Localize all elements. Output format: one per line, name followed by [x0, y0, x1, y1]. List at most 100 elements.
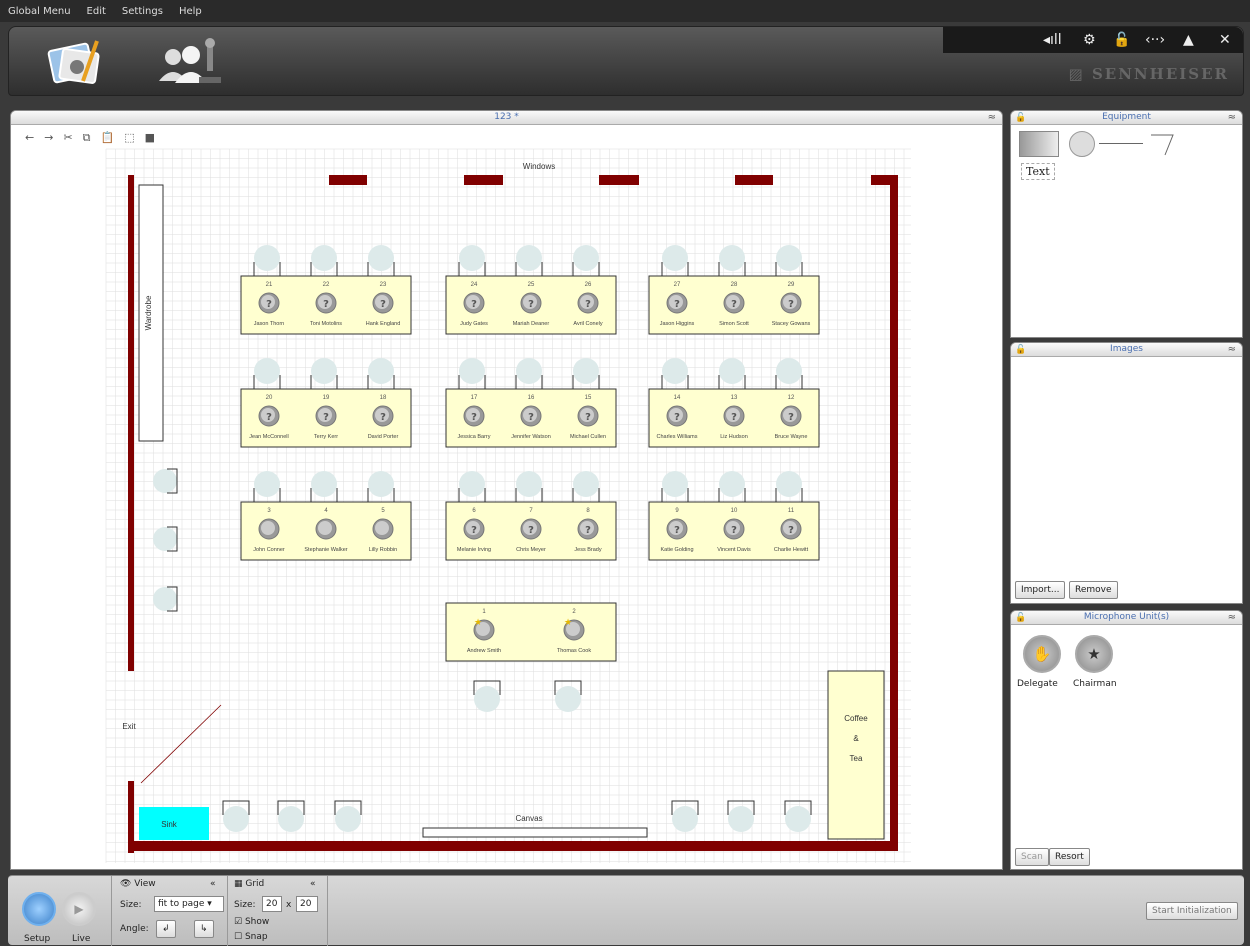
cut-icon[interactable]: ✂ — [63, 131, 72, 145]
eject-icon[interactable]: ▲ — [1183, 32, 1194, 48]
show-checkbox[interactable]: ☑ Show — [234, 917, 269, 927]
microphone-unit[interactable]: ? — [666, 292, 688, 314]
lock-icon[interactable]: 🔓 — [1113, 32, 1130, 48]
rectangle-tool[interactable] — [1019, 131, 1059, 157]
paste-icon[interactable]: 📋 — [101, 131, 115, 145]
microphone-unit[interactable]: ? — [780, 405, 802, 427]
grid-width-input[interactable]: 20 — [262, 896, 282, 912]
line-tool[interactable] — [1099, 143, 1143, 144]
network-icon[interactable]: ‹··› — [1145, 32, 1165, 48]
chair-seat — [719, 471, 745, 497]
scan-button[interactable]: Scan — [1015, 848, 1049, 866]
microphone-unit[interactable]: ? — [577, 405, 599, 427]
copy-icon[interactable]: ⧉ — [83, 131, 91, 145]
chair-seat — [335, 806, 361, 832]
microphone-unit[interactable]: ? — [577, 292, 599, 314]
delegate-name: Charles Williams — [657, 434, 698, 440]
microphone-unit[interactable]: ? — [520, 518, 542, 540]
live-button[interactable]: ▶ — [62, 892, 96, 926]
collapse-icon[interactable]: ≈ — [1228, 343, 1236, 356]
text-tool[interactable]: Text — [1021, 163, 1055, 180]
bring-front-icon[interactable]: ■ — [145, 131, 155, 145]
coffee-label: Tea — [850, 754, 863, 763]
microphone-unit[interactable]: ? — [520, 405, 542, 427]
volume-icon[interactable]: ◂ıll — [1043, 32, 1062, 48]
microphone-unit[interactable]: ? — [723, 405, 745, 427]
seat-number: 16 — [528, 395, 535, 401]
microphone-unit[interactable] — [315, 518, 337, 540]
microphone-unit[interactable]: ? — [723, 518, 745, 540]
delegate-mic-icon[interactable]: ✋ — [1023, 635, 1061, 673]
collapse-icon[interactable]: ≈ — [988, 111, 996, 124]
lock-icon[interactable]: 🔓 — [1015, 112, 1026, 125]
import-button[interactable]: Import... — [1015, 581, 1066, 599]
lock-icon[interactable]: 🔓 — [1015, 612, 1026, 625]
question-icon: ? — [528, 412, 534, 423]
chairman-mic-icon[interactable]: ★ — [1075, 635, 1113, 673]
microphone-unit[interactable] — [372, 518, 394, 540]
mic-highlight — [375, 521, 389, 535]
angle-tool[interactable] — [1151, 133, 1175, 157]
collapse-icon[interactable]: ≈ — [1228, 111, 1236, 124]
microphone-unit[interactable] — [258, 518, 280, 540]
microphone-unit[interactable]: ? — [315, 292, 337, 314]
delegate-name: David Porter — [368, 434, 399, 440]
send-back-icon[interactable]: ⬚ — [124, 131, 134, 145]
room-design-icon[interactable] — [47, 37, 115, 87]
menu-bar: Global Menu Edit Settings Help — [0, 0, 1250, 22]
microphone-unit[interactable]: ? — [723, 292, 745, 314]
seat-number: 20 — [266, 395, 273, 401]
microphone-unit[interactable]: ? — [666, 405, 688, 427]
collapse-icon[interactable]: « — [310, 879, 316, 889]
remove-button[interactable]: Remove — [1069, 581, 1118, 599]
start-initialization-button[interactable]: Start Initialization — [1146, 902, 1238, 920]
undo-icon[interactable]: ← — [25, 131, 34, 145]
microphone-unit[interactable]: ? — [258, 405, 280, 427]
bottom-chair — [727, 800, 755, 832]
microphone-unit[interactable]: ? — [666, 518, 688, 540]
snap-label: Snap — [244, 932, 268, 942]
menu-edit[interactable]: Edit — [87, 6, 106, 17]
setup-button[interactable] — [22, 892, 56, 926]
chair — [661, 358, 689, 390]
resort-button[interactable]: Resort — [1049, 848, 1090, 866]
microphone-unit[interactable]: ? — [463, 405, 485, 427]
rotate-left-button[interactable]: ↲ — [156, 920, 176, 938]
chairman-chair — [473, 680, 501, 712]
menu-help[interactable]: Help — [179, 6, 202, 17]
circle-tool[interactable] — [1069, 131, 1095, 157]
microphone-unit[interactable]: ? — [463, 292, 485, 314]
microphone-unit[interactable]: ? — [372, 292, 394, 314]
menu-settings[interactable]: Settings — [122, 6, 163, 17]
collapse-icon[interactable]: ≈ — [1228, 611, 1236, 624]
size-label: Size: — [120, 900, 142, 910]
star-icon: ★ — [564, 618, 572, 628]
close-icon[interactable]: ✕ — [1219, 32, 1231, 48]
gears-icon[interactable]: ⚙ — [1083, 32, 1096, 48]
microphone-unit[interactable]: ? — [780, 292, 802, 314]
microphone-unit[interactable]: ? — [315, 405, 337, 427]
microphone-unit[interactable]: ? — [372, 405, 394, 427]
snap-checkbox[interactable]: ☐ Snap — [234, 932, 268, 942]
grid-height-input[interactable]: 20 — [296, 896, 318, 912]
menu-global[interactable]: Global Menu — [8, 6, 71, 17]
lock-icon[interactable]: 🔓 — [1015, 344, 1026, 357]
rotate-right-button[interactable]: ↳ — [194, 920, 214, 938]
microphone-unit[interactable]: ? — [577, 518, 599, 540]
microphone-unit[interactable]: ? — [463, 518, 485, 540]
redo-icon[interactable]: → — [44, 131, 53, 145]
collapse-icon[interactable]: « — [210, 879, 216, 889]
coffee-label: Coffee — [844, 714, 868, 723]
delegate-name: Andrew Smith — [467, 648, 501, 654]
chair — [458, 471, 486, 503]
microphone-unit[interactable]: ? — [258, 292, 280, 314]
microphone-unit[interactable]: ? — [780, 518, 802, 540]
wardrobe-label: Wardrobe — [144, 295, 153, 330]
question-icon: ? — [528, 299, 534, 310]
plan-title-bar: 123 * ≈ — [11, 111, 1002, 125]
chair — [661, 245, 689, 277]
users-setup-icon[interactable] — [155, 37, 225, 87]
question-icon: ? — [585, 299, 591, 310]
microphone-unit[interactable]: ? — [520, 292, 542, 314]
size-select[interactable]: fit to page ▾ — [154, 896, 224, 912]
